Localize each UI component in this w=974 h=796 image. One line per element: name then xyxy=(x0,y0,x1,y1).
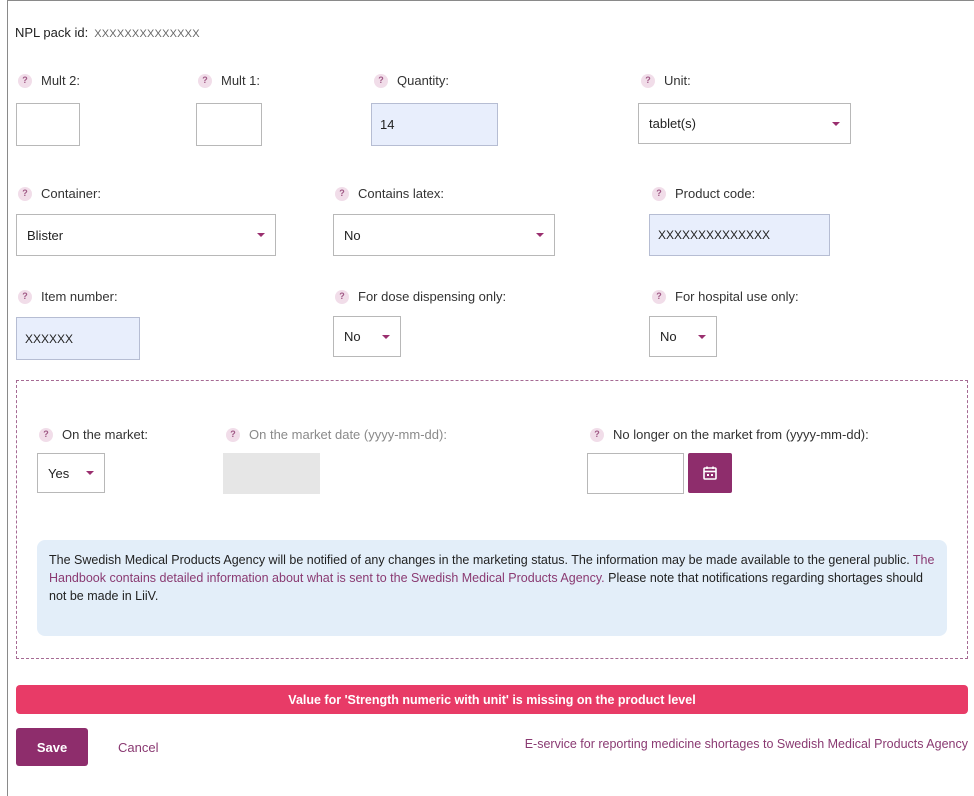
item-number-label: Item number: xyxy=(41,289,118,304)
on-market-select[interactable]: Yes xyxy=(37,453,105,493)
help-icon[interactable]: ? xyxy=(374,73,388,88)
unit-label-row: ? Unit: xyxy=(641,73,691,88)
help-icon[interactable]: ? xyxy=(590,427,604,442)
mult2-input[interactable] xyxy=(16,103,80,146)
container-label: Container: xyxy=(41,186,101,201)
help-icon[interactable]: ? xyxy=(335,289,349,304)
help-icon[interactable]: ? xyxy=(641,73,655,88)
calendar-button[interactable] xyxy=(688,453,732,493)
on-market-label-row: ? On the market: xyxy=(39,427,148,442)
dose-dispensing-select[interactable]: No xyxy=(333,316,401,357)
help-icon[interactable]: ? xyxy=(335,186,349,201)
unit-select-value: tablet(s) xyxy=(649,116,696,131)
dose-dispensing-label: For dose dispensing only: xyxy=(358,289,507,304)
hospital-use-select[interactable]: No xyxy=(649,316,717,357)
product-code-input[interactable]: XXXXXXXXXXXXXX xyxy=(649,214,830,256)
container-select[interactable]: Blister xyxy=(16,214,276,256)
validation-error-bar: Value for 'Strength numeric with unit' i… xyxy=(16,685,968,714)
hospital-use-label-row: ? For hospital use only: xyxy=(652,289,799,304)
contains-latex-select-value: No xyxy=(344,227,361,243)
mult2-label-row: ? Mult 2: xyxy=(18,73,80,88)
on-market-date-label-row: ? On the market date (yyyy-mm-dd): xyxy=(226,427,447,442)
product-code-label: Product code: xyxy=(675,186,756,201)
chevron-down-icon xyxy=(698,334,706,339)
on-market-label: On the market: xyxy=(62,427,148,442)
on-market-date-label: On the market date (yyyy-mm-dd): xyxy=(249,427,447,442)
help-icon[interactable]: ? xyxy=(18,73,32,88)
help-icon[interactable]: ? xyxy=(652,186,666,201)
mult1-label-row: ? Mult 1: xyxy=(198,73,260,88)
save-button[interactable]: Save xyxy=(16,728,88,766)
contains-latex-select[interactable]: No xyxy=(333,214,555,256)
npl-pack-id-value: XXXXXXXXXXXXXX xyxy=(94,28,200,40)
chevron-down-icon xyxy=(832,121,840,126)
help-icon[interactable]: ? xyxy=(39,427,53,442)
on-market-select-value: Yes xyxy=(48,465,70,481)
dose-dispensing-select-value: No xyxy=(344,329,361,344)
hospital-use-select-value: No xyxy=(660,329,677,344)
cancel-link[interactable]: Cancel xyxy=(118,740,158,755)
contains-latex-label-row: ? Contains latex: xyxy=(335,186,444,201)
item-number-input[interactable]: XXXXXX xyxy=(16,317,140,360)
on-market-date-input xyxy=(223,453,320,494)
chevron-down-icon xyxy=(86,471,94,475)
help-icon[interactable]: ? xyxy=(18,186,32,201)
quantity-label-row: ? Quantity: xyxy=(374,73,449,88)
dose-dispensing-label-row: ? For dose dispensing only: xyxy=(335,289,506,304)
help-icon[interactable]: ? xyxy=(226,427,240,442)
hospital-use-label: For hospital use only: xyxy=(675,289,799,304)
calendar-icon xyxy=(703,466,717,480)
help-icon[interactable]: ? xyxy=(18,289,32,304)
unit-label: Unit: xyxy=(664,73,691,88)
npl-pack-id-row: NPL pack id: XXXXXXXXXXXXXX xyxy=(15,25,200,40)
eservice-shortages-link[interactable]: E-service for reporting medicine shortag… xyxy=(525,737,968,751)
product-code-label-row: ? Product code: xyxy=(652,186,755,201)
chevron-down-icon xyxy=(382,334,390,339)
contains-latex-label: Contains latex: xyxy=(358,186,444,201)
no-longer-label: No longer on the market from (yyyy-mm-dd… xyxy=(613,427,869,442)
unit-select[interactable]: tablet(s) xyxy=(638,103,851,144)
marketing-status-info: The Swedish Medical Products Agency will… xyxy=(37,540,947,636)
mult1-input[interactable] xyxy=(196,103,262,146)
npl-pack-id-label: NPL pack id: xyxy=(15,25,89,40)
chevron-down-icon xyxy=(257,233,265,237)
info-text-1: The Swedish Medical Products Agency will… xyxy=(49,553,910,567)
chevron-down-icon xyxy=(536,233,544,237)
mult2-label: Mult 2: xyxy=(41,73,81,88)
quantity-label: Quantity: xyxy=(397,73,450,88)
no-longer-label-row: ? No longer on the market from (yyyy-mm-… xyxy=(590,427,869,442)
container-select-value: Blister xyxy=(27,227,64,243)
item-number-label-row: ? Item number: xyxy=(18,289,118,304)
help-icon[interactable]: ? xyxy=(198,73,212,88)
help-icon[interactable]: ? xyxy=(652,289,666,304)
no-longer-date-input[interactable] xyxy=(587,453,684,494)
container-label-row: ? Container: xyxy=(18,186,101,201)
quantity-input[interactable]: 14 xyxy=(371,103,498,146)
mult1-label: Mult 1: xyxy=(221,73,261,88)
